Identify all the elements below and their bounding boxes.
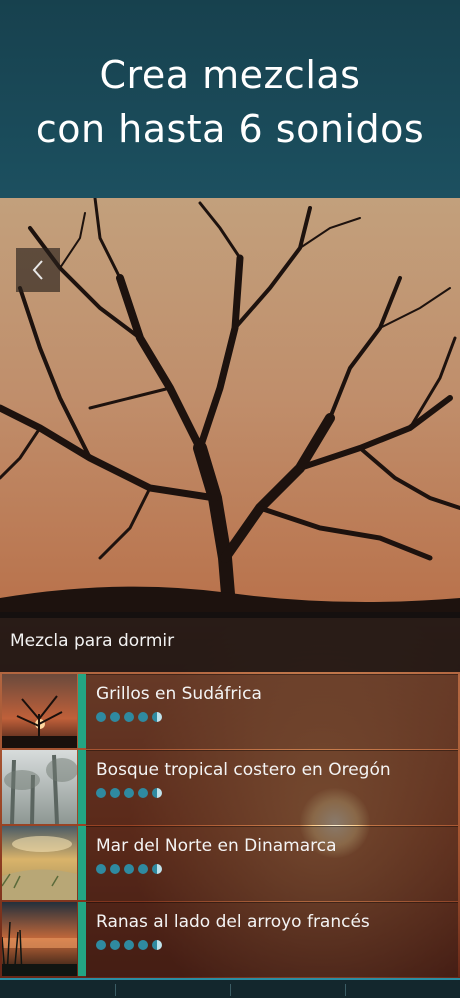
bottom-tab-bar (0, 978, 460, 998)
chevron-left-icon (32, 260, 43, 280)
promo-header: Crea mezclas con hasta 6 sonidos (0, 0, 460, 198)
mix-title: Mezcla para dormir (10, 631, 175, 651)
list-item[interactable]: Mar del Norte en Dinamarca (0, 826, 460, 901)
rating-dots (96, 940, 162, 950)
active-indicator (78, 902, 86, 976)
promo-headline: Crea mezclas con hasta 6 sonidos (36, 48, 424, 156)
list-item[interactable]: Bosque tropical costero en Oregón (0, 750, 460, 825)
headline-line-1: Crea mezclas (99, 53, 361, 97)
rating-dots (96, 712, 162, 722)
list-item[interactable]: Grillos en Sudáfrica (0, 674, 460, 749)
back-button[interactable] (16, 248, 60, 292)
list-item[interactable]: Ranas al lado del arroyo francés (0, 902, 460, 977)
mix-header: Mezcla para dormir (0, 612, 460, 672)
active-indicator (78, 750, 86, 824)
thumbnail-savanna-sunset (2, 674, 77, 748)
thumbnail-dunes-sea (2, 826, 77, 900)
headline-line-2: con hasta 6 sonidos (35, 107, 425, 151)
sound-title: Grillos en Sudáfrica (96, 684, 262, 704)
rating-dots (96, 864, 162, 874)
sound-title: Bosque tropical costero en Oregón (96, 760, 391, 780)
thumbnail-creek-sunset (2, 902, 77, 976)
rating-dots (96, 788, 162, 798)
active-indicator (78, 674, 86, 748)
active-indicator (78, 826, 86, 900)
thumbnail-misty-forest (2, 750, 77, 824)
tree-silhouette (0, 198, 460, 618)
sound-title: Mar del Norte en Dinamarca (96, 836, 337, 856)
sound-title: Ranas al lado del arroyo francés (96, 912, 370, 932)
